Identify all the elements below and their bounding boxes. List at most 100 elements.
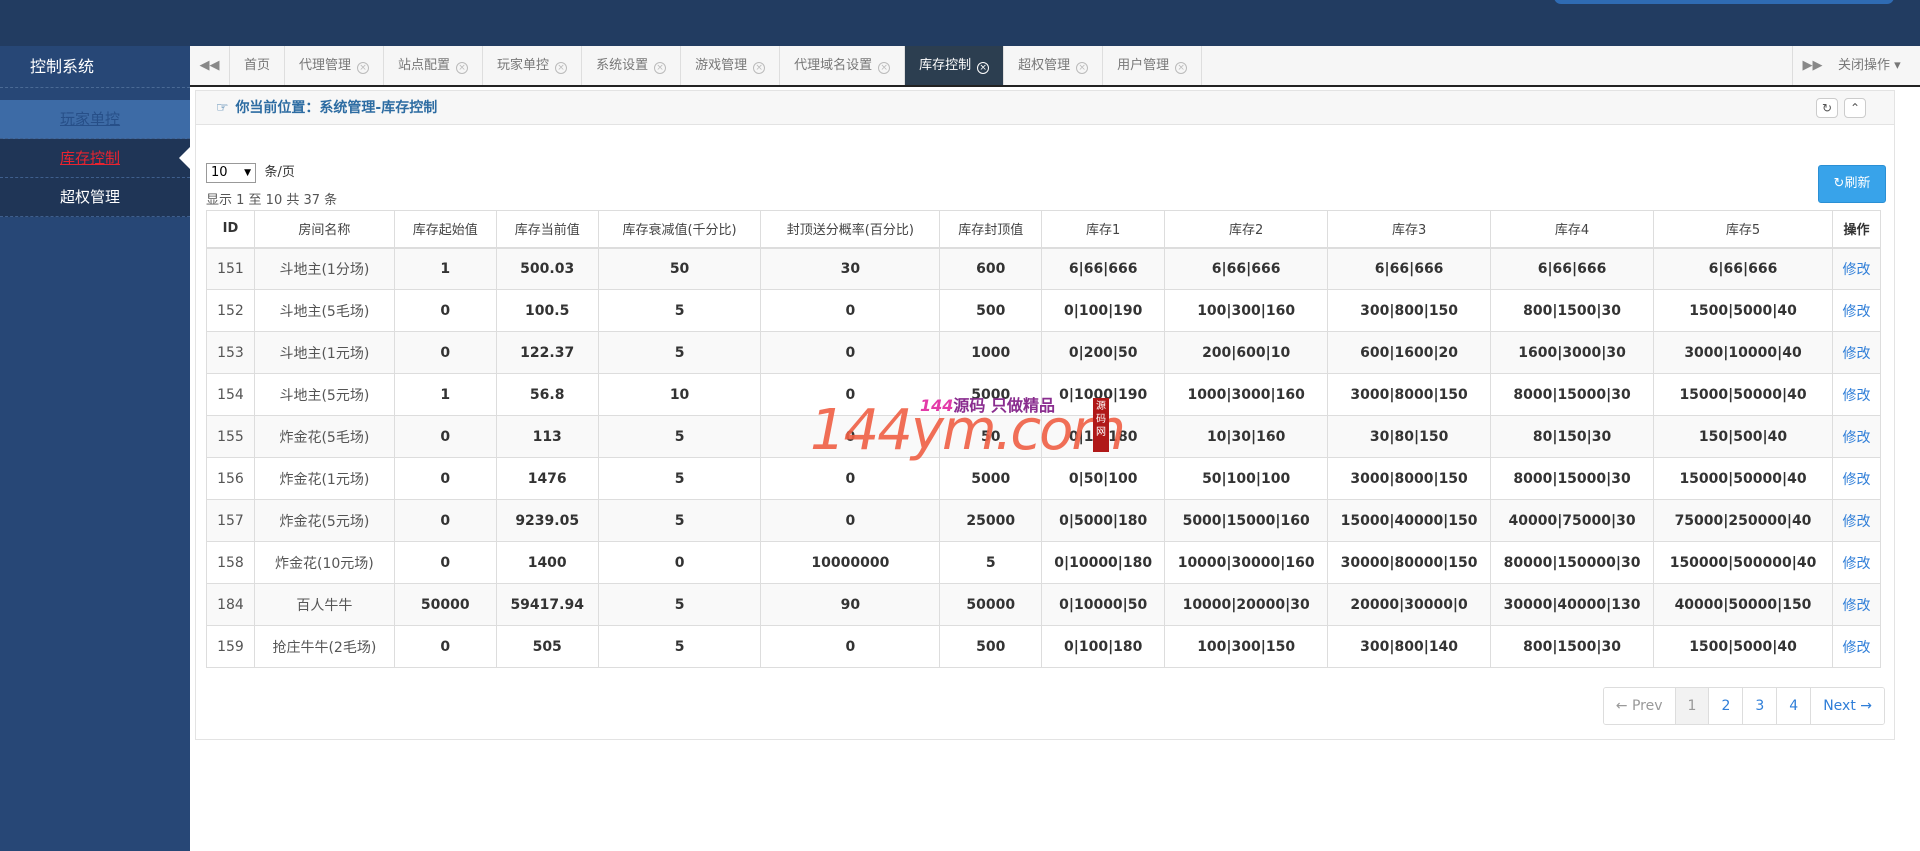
tab-super-admin[interactable]: 超权管理 × xyxy=(1004,46,1104,85)
table-cell: 1 xyxy=(393,373,497,416)
pagination-page-3[interactable]: 3 xyxy=(1742,688,1777,724)
tab-user-manage[interactable]: 用户管理 × xyxy=(1103,46,1203,85)
table-cell: 1 xyxy=(393,247,497,290)
tab-stock-control[interactable]: 库存控制 × xyxy=(905,46,1005,85)
table-body: 151 斗地主(1分场) 1 500.03 50 30 600 6|66|666 6|66|66… xyxy=(206,247,1882,668)
table-cell: 50|100|100 xyxy=(1164,457,1329,500)
pagination-prev[interactable]: ← Prev xyxy=(1603,688,1675,724)
table-cell: 30000|80000|150 xyxy=(1327,541,1492,584)
refresh-button[interactable]: ↻刷新 xyxy=(1818,165,1886,203)
pagination-page-1[interactable]: 1 xyxy=(1674,688,1709,724)
table-row: 156 炸金花(1元场) 0 1476 5 0 5000 0|50|100 50|100|100… xyxy=(206,457,1882,500)
edit-link[interactable]: 修改 xyxy=(1831,583,1882,626)
table-cell: 5 xyxy=(597,331,762,374)
close-icon[interactable]: × xyxy=(654,62,667,74)
edit-link[interactable]: 修改 xyxy=(1831,373,1882,416)
cell-id: 155 xyxy=(206,415,255,458)
tab-home[interactable]: 首页 xyxy=(230,46,286,85)
edit-link[interactable]: 修改 xyxy=(1831,499,1882,542)
page-size-select[interactable]: 10 ▼ xyxy=(206,163,256,183)
tab-player-control[interactable]: 玩家单控 × xyxy=(483,46,583,85)
table-cell: 15000|40000|150 xyxy=(1327,499,1492,542)
close-icon[interactable]: × xyxy=(878,62,891,74)
content-panel: ☞ 你当前位置：系统管理-库存控制 ↻ ⌃ 10 ▼ 条/页 显示 1 至 10 … xyxy=(195,90,1895,740)
close-operations-dropdown[interactable]: 关闭操作 ▾ xyxy=(1832,46,1907,85)
edit-link[interactable]: 修改 xyxy=(1831,625,1882,668)
table-cell: 122.37 xyxy=(495,331,599,374)
cell-room-name: 百人牛牛 xyxy=(253,583,395,626)
table-cell: 0 xyxy=(760,499,941,542)
hand-pointer-icon: ☞ xyxy=(216,100,229,116)
double-right-arrow-icon[interactable]: ▶▶ xyxy=(1792,46,1832,85)
table-cell: 0 xyxy=(393,499,497,542)
sidebar-title: 控制系统 xyxy=(0,46,190,88)
table-cell: 50 xyxy=(939,415,1043,458)
table-cell: 1600|3000|30 xyxy=(1490,331,1655,374)
tab-agent-manage[interactable]: 代理管理 × xyxy=(285,46,385,85)
edit-link[interactable]: 修改 xyxy=(1831,541,1882,584)
table-row: 184 百人牛牛 50000 59417.94 5 90 50000 0|10000|50 10… xyxy=(206,583,1882,626)
top-header xyxy=(0,0,1920,46)
tab-agent-domain[interactable]: 代理域名设置 × xyxy=(780,46,906,85)
column-header: 库存1 xyxy=(1041,210,1166,249)
column-header: 库存起始值 xyxy=(393,210,497,249)
close-icon[interactable]: × xyxy=(753,62,766,74)
table-cell: 1500|5000|40 xyxy=(1653,625,1833,668)
close-icon[interactable]: × xyxy=(1175,62,1188,74)
close-icon[interactable]: × xyxy=(1076,62,1089,74)
close-icon[interactable]: × xyxy=(977,62,990,74)
table-cell: 40000|50000|150 xyxy=(1653,583,1833,626)
cell-room-name: 炸金花(5元场) xyxy=(253,499,395,542)
cell-room-name: 炸金花(1元场) xyxy=(253,457,395,500)
table-cell: 1500|5000|40 xyxy=(1653,289,1833,332)
caret-down-icon: ▾ xyxy=(1894,58,1901,73)
sidebar-item-stock-control[interactable]: 库存控制 xyxy=(0,139,190,178)
table-cell: 100.5 xyxy=(495,289,599,332)
close-icon[interactable]: × xyxy=(357,62,370,74)
reload-icon[interactable]: ↻ xyxy=(1816,98,1838,118)
sidebar-item-super-admin[interactable]: 超权管理 xyxy=(0,178,190,217)
column-header: 库存2 xyxy=(1164,210,1329,249)
edit-link[interactable]: 修改 xyxy=(1831,415,1882,458)
table-cell: 1000|3000|160 xyxy=(1164,373,1329,416)
cell-id: 151 xyxy=(206,247,255,290)
table-cell: 5000 xyxy=(939,457,1043,500)
table-cell: 800|1500|30 xyxy=(1490,625,1655,668)
table-cell: 5000 xyxy=(939,373,1043,416)
edit-link[interactable]: 修改 xyxy=(1831,247,1882,290)
top-user-bar[interactable] xyxy=(1554,0,1894,4)
table-cell: 3000|8000|150 xyxy=(1327,373,1492,416)
cell-room-name: 炸金花(5毛场) xyxy=(253,415,395,458)
table-cell: 0|10|180 xyxy=(1041,415,1166,458)
tab-game-manage[interactable]: 游戏管理 × xyxy=(681,46,781,85)
cell-room-name: 抢庄牛牛(2毛场) xyxy=(253,625,395,668)
cell-id: 159 xyxy=(206,625,255,668)
pagination-page-2[interactable]: 2 xyxy=(1708,688,1743,724)
edit-link[interactable]: 修改 xyxy=(1831,331,1882,374)
table-cell: 3000|10000|40 xyxy=(1653,331,1833,374)
sidebar-item-player-control[interactable]: 玩家单控 xyxy=(0,100,190,139)
table-cell: 0 xyxy=(393,289,497,332)
edit-link[interactable]: 修改 xyxy=(1831,289,1882,332)
table-cell: 15000|50000|40 xyxy=(1653,373,1833,416)
close-icon[interactable]: × xyxy=(456,62,469,74)
table-cell: 0 xyxy=(760,289,941,332)
double-left-arrow-icon[interactable]: ◀◀ xyxy=(190,46,230,85)
collapse-icon[interactable]: ⌃ xyxy=(1844,98,1866,118)
table-cell: 0|5000|180 xyxy=(1041,499,1166,542)
pagination-next[interactable]: Next → xyxy=(1810,688,1884,724)
tab-site-config[interactable]: 站点配置 × xyxy=(384,46,484,85)
table-cell: 0 xyxy=(393,331,497,374)
table-cell: 600 xyxy=(939,247,1043,290)
table-cell: 0|10000|50 xyxy=(1041,583,1166,626)
sidebar: 控制系统 玩家单控 库存控制 超权管理 xyxy=(0,46,190,851)
column-header: 库存衰减值(千分比) xyxy=(597,210,762,249)
tab-system-settings[interactable]: 系统设置 × xyxy=(582,46,682,85)
table-cell: 0 xyxy=(760,373,941,416)
table-cell: 50 xyxy=(597,247,762,290)
edit-link[interactable]: 修改 xyxy=(1831,457,1882,500)
close-icon[interactable]: × xyxy=(555,62,568,74)
table-cell: 25000 xyxy=(939,499,1043,542)
pagination-page-4[interactable]: 4 xyxy=(1776,688,1811,724)
cell-room-name: 斗地主(5元场) xyxy=(253,373,395,416)
